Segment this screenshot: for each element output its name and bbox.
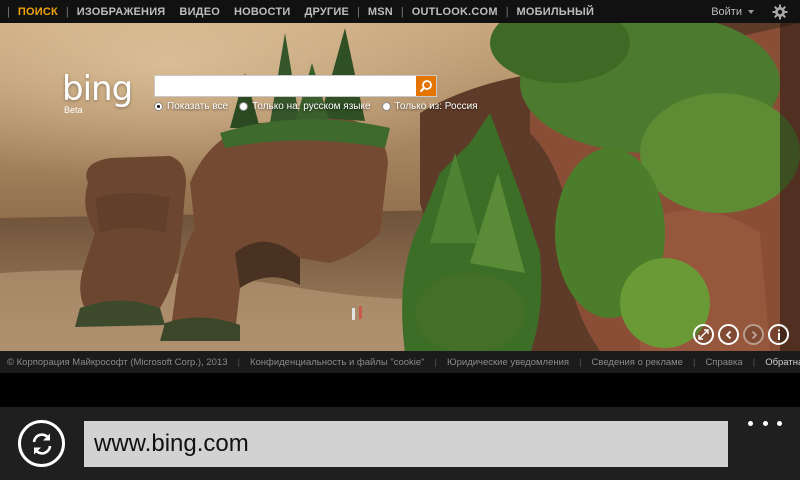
previous-image-button[interactable] [718,324,739,345]
next-image-button[interactable] [743,324,764,345]
gear-icon[interactable] [772,4,788,20]
footer-link-feedback[interactable]: Обратная связь [765,357,800,368]
nav-video[interactable]: ВИДЕО [172,6,227,18]
chevron-left-icon [725,330,731,339]
top-navigation: | ПОИСК | ИЗОБРАЖЕНИЯ ВИДЕО НОВОСТИ ДРУГ… [0,0,800,23]
more-icon [777,420,782,426]
info-icon [777,329,780,340]
scope-russian-language[interactable]: Только на: русском языке [239,101,371,112]
image-controls [689,324,789,345]
nav-msn[interactable]: MSN [361,6,400,18]
chevron-right-icon [751,330,757,339]
signin-label: Войти [711,5,742,18]
search-button[interactable] [416,76,436,96]
page-bottom-area [0,373,800,407]
nav-search[interactable]: ПОИСК [11,6,65,18]
footer-separator: | [237,356,240,368]
footer-separator: | [692,356,696,368]
radio-icon[interactable] [154,102,163,111]
scope-label: Только на: русском языке [252,101,371,112]
footer-link-help[interactable]: Справка [705,357,742,368]
nav-right: Войти [711,0,800,23]
logo-wordmark: bing [62,69,133,109]
footer-link-privacy[interactable]: Конфиденциальность и файлы "cookie" [250,357,425,368]
footer-link-ads[interactable]: Сведения о рекламе [592,357,683,368]
refresh-icon [32,432,51,455]
nav-mobile[interactable]: МОБИЛЬНЫЙ [510,6,602,18]
image-info-button[interactable] [768,324,789,345]
refresh-button[interactable] [18,420,65,467]
more-button[interactable] [748,413,782,433]
footer-separator: | [579,356,582,368]
more-icon [748,420,753,426]
signin-button[interactable]: Войти [711,6,754,18]
copyright-text: © Корпорация Майкрософт (Microsoft Corp.… [7,356,228,368]
scope-all[interactable]: Показать все [154,101,228,112]
expand-icon [698,329,709,340]
more-icon [762,420,768,426]
search-icon [419,80,432,93]
scope-label: Показать все [167,101,229,112]
search-scope-options: Показать все Только на: русском языке То… [154,101,489,112]
radio-icon[interactable] [239,102,249,111]
hero-section: bing Beta Показать все Только на: русско… [0,23,800,351]
page-footer: © Корпорация Майкрософт (Microsoft Corp.… [0,351,800,373]
bing-logo[interactable]: bing Beta [62,72,152,115]
footer-separator: | [434,356,437,368]
nav-news[interactable]: НОВОСТИ [227,6,297,18]
footer-separator: | [752,356,756,368]
browser-address-bar [0,407,800,480]
caret-down-icon [748,10,754,14]
scope-label: Только из: Россия [394,101,478,112]
scope-russia-region[interactable]: Только из: Россия [381,101,478,112]
nav-links: | ПОИСК | ИЗОБРАЖЕНИЯ ВИДЕО НОВОСТИ ДРУГ… [0,0,601,23]
search-input[interactable] [155,76,416,96]
radio-icon[interactable] [381,102,391,111]
nav-more[interactable]: ДРУГИЕ [297,6,356,18]
expand-button[interactable] [693,324,714,345]
nav-images[interactable]: ИЗОБРАЖЕНИЯ [70,6,173,18]
nav-outlook[interactable]: OUTLOOK.COM [405,6,505,18]
address-field[interactable] [84,421,728,467]
search-box [154,75,437,97]
footer-link-legal[interactable]: Юридические уведомления [447,357,569,368]
url-input[interactable] [84,421,728,467]
